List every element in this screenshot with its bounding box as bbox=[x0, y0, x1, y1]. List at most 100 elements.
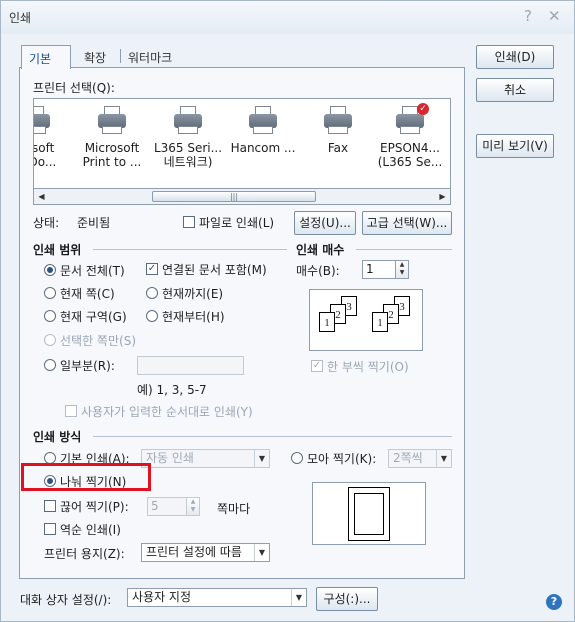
collate-sheet: 1 bbox=[372, 312, 388, 332]
dialog-settings-label: 대화 상자 설정(/): bbox=[20, 593, 112, 607]
range-to-current-radio[interactable] bbox=[146, 287, 158, 299]
reverse-print-checkbox[interactable] bbox=[44, 523, 56, 535]
printer-name: Hancom ... bbox=[230, 141, 296, 155]
collate-checkbox[interactable]: ✓ bbox=[311, 360, 323, 372]
cut-print-input[interactable]: 5 bbox=[147, 497, 187, 516]
range-all-label: 문서 전체(T) bbox=[60, 264, 125, 278]
copies-stepper[interactable]: ▲ ▼ bbox=[395, 260, 409, 279]
scroll-thumb[interactable]: ||| bbox=[152, 191, 316, 202]
printer-name: rosoft bbox=[34, 141, 55, 155]
collect-print-label: 모아 찍기(K): bbox=[307, 452, 377, 466]
printer-item[interactable]: Hancom ... bbox=[223, 103, 303, 155]
printer-item[interactable]: Microsoft Print to ... bbox=[72, 103, 152, 169]
close-button[interactable]: ✕ bbox=[548, 7, 561, 25]
status-label: 상태: bbox=[33, 216, 60, 230]
collect-print-dropdown[interactable]: 2쪽씩 ▼ bbox=[388, 449, 452, 468]
status-value: 준비됨 bbox=[77, 216, 111, 230]
print-dialog: 인쇄 ? ✕ 기본 확장 워터마크 프린터 선택(Q): rosoft t Do… bbox=[0, 0, 575, 622]
paper-value: 프린터 설정에 따름 bbox=[146, 545, 242, 559]
print-method-title: 인쇄 방식 bbox=[33, 430, 82, 444]
tab-watermark[interactable]: 워터마크 bbox=[121, 45, 179, 68]
include-linked-label: 연결된 문서 포함(M) bbox=[162, 263, 267, 277]
printer-name-line2: (L365 Se... bbox=[377, 155, 443, 169]
group-divider bbox=[356, 249, 452, 250]
help-icon[interactable]: ? bbox=[546, 594, 562, 610]
range-from-current-radio[interactable] bbox=[146, 310, 158, 322]
config-button[interactable]: 구성(:)... bbox=[316, 587, 378, 611]
cancel-button[interactable]: 취소 bbox=[476, 78, 554, 102]
printer-icon bbox=[95, 103, 129, 137]
print-to-file-checkbox[interactable] bbox=[183, 216, 195, 228]
printer-icon: ✓ bbox=[393, 103, 429, 137]
range-part-input[interactable] bbox=[137, 356, 244, 375]
scroll-left-icon[interactable]: ◀ bbox=[35, 190, 48, 203]
collate-preview: 3 2 1 3 2 1 bbox=[309, 289, 423, 351]
collect-print-value: 2쪽씩 bbox=[393, 451, 423, 465]
printer-icon bbox=[171, 103, 205, 137]
include-linked-checkbox[interactable]: ✓ bbox=[146, 263, 158, 275]
chevron-down-icon: ▼ bbox=[254, 544, 269, 561]
range-current-section-radio[interactable] bbox=[44, 310, 56, 322]
range-part-radio[interactable] bbox=[44, 359, 56, 371]
copies-label: 매수(B): bbox=[296, 264, 340, 278]
page-preview bbox=[312, 482, 426, 545]
dialog-settings-value: 사용자 지정 bbox=[132, 590, 192, 604]
range-from-current-label: 현재부터(H) bbox=[162, 310, 225, 324]
printer-select-label: 프린터 선택(Q): bbox=[33, 81, 115, 95]
range-current-page-label: 현재 쪽(C) bbox=[60, 287, 115, 301]
printer-name-line2: t Do... bbox=[34, 155, 57, 169]
collect-print-radio[interactable] bbox=[291, 452, 303, 464]
print-range-title: 인쇄 범위 bbox=[33, 243, 82, 257]
chevron-down-icon: ▼ bbox=[254, 450, 269, 467]
copies-title: 인쇄 매수 bbox=[296, 243, 345, 257]
cut-print-checkbox[interactable] bbox=[44, 500, 56, 512]
title-bar: 인쇄 ? ✕ bbox=[1, 1, 574, 34]
print-button[interactable]: 인쇄(D) bbox=[476, 45, 554, 69]
user-order-label: 사용자가 입력한 순서대로 인쇄(Y) bbox=[81, 405, 253, 419]
tab-extended[interactable]: 확장 bbox=[77, 45, 113, 68]
printer-name: EPSON4... bbox=[380, 141, 440, 155]
printer-name: L365 Seri... bbox=[153, 141, 223, 155]
advanced-button[interactable]: 고급 선택(W)... bbox=[362, 211, 452, 235]
dialog-title: 인쇄 bbox=[9, 11, 32, 25]
scroll-right-icon[interactable]: ▶ bbox=[436, 190, 449, 203]
range-selection-radio[interactable] bbox=[44, 334, 56, 346]
collate-label: 한 부씩 찍기(O) bbox=[327, 360, 409, 374]
range-to-current-label: 현재까지(E) bbox=[162, 287, 224, 301]
chevron-down-icon: ▼ bbox=[436, 450, 451, 467]
range-selection-label: 선택한 쪽만(S) bbox=[60, 334, 136, 348]
printer-name: Fax bbox=[327, 141, 349, 155]
range-current-page-radio[interactable] bbox=[44, 287, 56, 299]
paper-label: 프린터 용지(Z): bbox=[44, 547, 125, 561]
user-order-checkbox[interactable] bbox=[65, 405, 77, 417]
cut-print-stepper[interactable]: ▲ ▼ bbox=[186, 497, 200, 516]
group-divider bbox=[93, 436, 452, 437]
printer-name: Microsoft bbox=[84, 141, 140, 155]
collate-sheet: 1 bbox=[319, 312, 335, 332]
printer-item[interactable]: rosoft t Do... bbox=[34, 103, 76, 169]
printer-item[interactable]: L365 Seri... 네트워크) bbox=[148, 103, 228, 169]
chevron-down-icon: ▼ bbox=[291, 589, 306, 606]
printer-list-scrollbar[interactable]: ◀ ||| ▶ bbox=[33, 188, 451, 205]
default-check-icon: ✓ bbox=[417, 103, 429, 115]
preview-button[interactable]: 미리 보기(V) bbox=[476, 134, 554, 158]
range-all-radio[interactable] bbox=[44, 264, 56, 276]
printer-icon bbox=[246, 103, 280, 137]
printer-name-line2: Print to ... bbox=[82, 155, 142, 169]
paper-dropdown[interactable]: 프린터 설정에 따름 ▼ bbox=[141, 543, 270, 562]
basic-print-value: 자동 인쇄 bbox=[146, 451, 194, 465]
cut-print-label: 끊어 찍기(P): bbox=[60, 500, 129, 514]
printer-item[interactable]: Fax bbox=[298, 103, 378, 155]
help-title-button[interactable]: ? bbox=[524, 7, 532, 25]
tab-basic[interactable]: 기본 bbox=[21, 45, 71, 69]
settings-button[interactable]: 설정(U)... bbox=[294, 211, 356, 235]
group-divider bbox=[93, 249, 287, 250]
basic-print-dropdown[interactable]: 자동 인쇄 ▼ bbox=[141, 449, 270, 468]
copies-input[interactable]: 1 bbox=[362, 260, 396, 279]
range-example: 예) 1, 3, 5-7 bbox=[137, 383, 207, 397]
highlight-box bbox=[21, 463, 151, 491]
range-current-section-label: 현재 구역(G) bbox=[60, 310, 127, 324]
printer-item-default[interactable]: ✓ EPSON4... (L365 Se... bbox=[370, 103, 450, 169]
dialog-settings-dropdown[interactable]: 사용자 지정 ▼ bbox=[127, 588, 307, 607]
printer-icon bbox=[321, 103, 355, 137]
